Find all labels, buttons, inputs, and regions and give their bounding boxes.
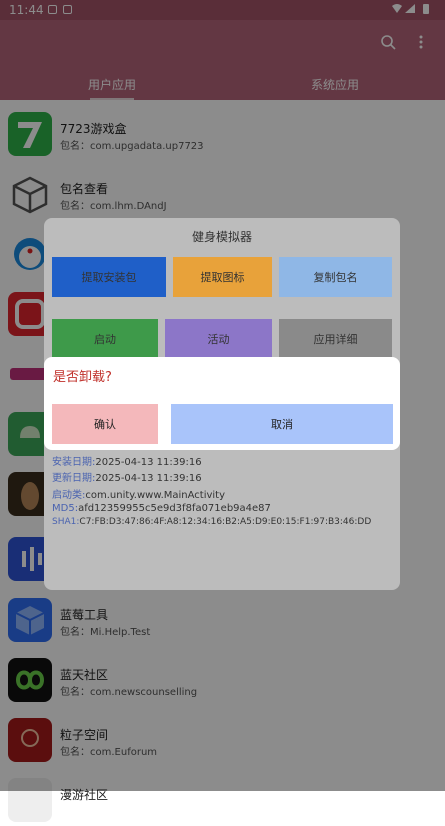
dialog-question: 是否卸载?	[53, 370, 112, 385]
cancel-button[interactable]: 取消	[171, 404, 393, 444]
sha1-value: SHA1:C7:FB:D3:47:86:4F:A8:12:34:16:B2:A5…	[52, 517, 372, 527]
launch-class: 启动类:com.unity.www.MainActivity	[52, 490, 226, 501]
extract-icon-button[interactable]: 提取图标	[173, 257, 272, 297]
activity-button[interactable]: 活动	[165, 319, 272, 359]
md5-value: MD5:afd12359955c5e9d3f8fa071eb9a4e87	[52, 503, 271, 514]
sheet-title: 健身模拟器	[191, 230, 252, 244]
launch-button[interactable]: 启动	[52, 319, 158, 359]
update-date: 更新日期:2025-04-13 11:39:16	[52, 473, 202, 484]
extract-apk-button[interactable]: 提取安装包	[52, 257, 166, 297]
install-date: 安装日期:2025-04-13 11:39:16	[52, 457, 202, 468]
copy-package-button[interactable]: 复制包名	[279, 257, 392, 297]
uninstall-dialog: 是否卸载? 确认 取消	[44, 357, 400, 450]
confirm-button[interactable]: 确认	[52, 404, 158, 444]
app-details-button[interactable]: 应用详细	[279, 319, 392, 359]
